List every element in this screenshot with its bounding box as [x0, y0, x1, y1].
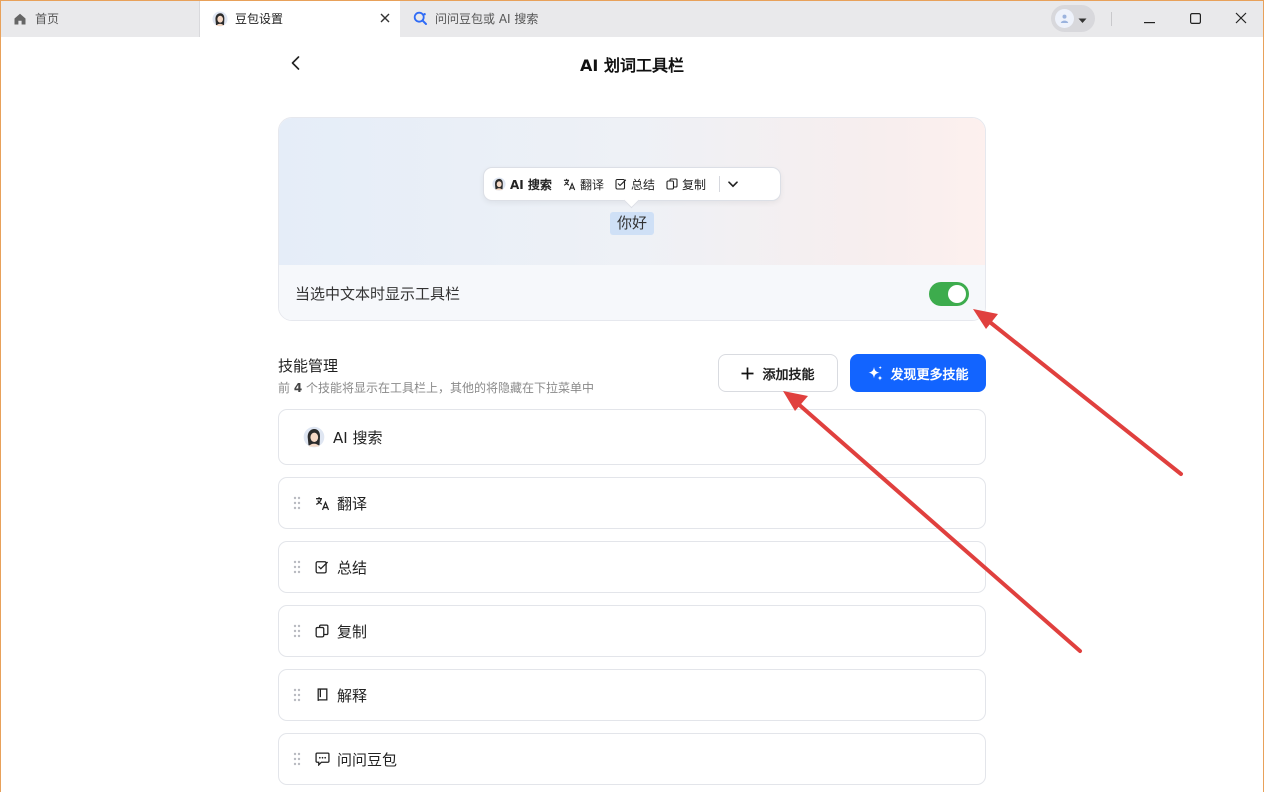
- skills-description: 前 4 个技能将显示在工具栏上，其他的将隐藏在下拉菜单中: [278, 379, 594, 396]
- sparkle-icon: [867, 365, 884, 382]
- drag-handle-icon[interactable]: [284, 560, 310, 574]
- user-avatar-icon: [1055, 9, 1074, 28]
- close-window-button[interactable]: [1218, 0, 1264, 37]
- skill-item-summary[interactable]: 总结: [278, 541, 986, 593]
- translate-icon: [563, 178, 576, 191]
- tab-doubao-settings[interactable]: 豆包设置: [200, 0, 400, 37]
- close-icon[interactable]: [378, 11, 392, 25]
- preview-item-ai-search: AI 搜索: [492, 176, 552, 193]
- drag-handle-icon[interactable]: [284, 752, 310, 766]
- preview-item-label: 复制: [681, 177, 706, 192]
- add-skill-label: 添加技能: [762, 367, 815, 383]
- skill-item-explain[interactable]: 解释: [278, 669, 986, 721]
- preview-item-label: 总结: [630, 177, 655, 192]
- home-icon: [12, 11, 28, 27]
- skill-label: 总结: [337, 558, 368, 577]
- skills-desc-suffix: 个技能将显示在工具栏上，其他的将隐藏在下拉菜单中: [306, 381, 595, 395]
- chevron-left-icon: [291, 55, 300, 74]
- tab-home[interactable]: 首页: [0, 0, 200, 37]
- selected-sample-text: 你好: [610, 212, 655, 235]
- show-toolbar-toggle[interactable]: [929, 281, 969, 306]
- back-button[interactable]: [284, 53, 306, 75]
- plus-icon: [741, 367, 754, 380]
- minimize-icon: [1143, 9, 1155, 28]
- skill-item-ai-search[interactable]: AI 搜索: [278, 409, 986, 465]
- skill-item-ask-doubao[interactable]: 问问豆包: [278, 733, 986, 785]
- drag-handle-icon[interactable]: [284, 688, 310, 702]
- discover-skills-label: 发现更多技能: [890, 367, 969, 383]
- preview-item-copy: 复制: [666, 176, 706, 193]
- skills-desc-prefix: 前: [278, 381, 291, 395]
- copy-icon: [666, 178, 678, 190]
- tab-doubao-settings-label: 豆包设置: [235, 12, 284, 26]
- add-skill-button[interactable]: 添加技能: [718, 354, 838, 392]
- doubao-avatar-icon: [303, 426, 325, 448]
- show-toolbar-label: 当选中文本时显示工具栏: [295, 284, 461, 303]
- tab-ask-doubao-label: 问问豆包或 AI 搜索: [435, 12, 539, 26]
- doubao-avatar-icon: [212, 11, 228, 27]
- arrow-to-toggle: [973, 309, 1183, 476]
- toggle-knob: [948, 284, 966, 303]
- translate-icon: [313, 494, 331, 512]
- skills-title: 技能管理: [278, 357, 339, 375]
- preview-item-label: 翻译: [579, 177, 604, 192]
- preview-area: AI 搜索 翻译 总结 复制 你好: [279, 118, 985, 265]
- preview-item-translate: 翻译: [563, 176, 604, 193]
- search-icon: [412, 11, 428, 27]
- chevron-down-icon: [728, 180, 738, 188]
- chat-icon: [313, 750, 331, 768]
- drag-handle-icon[interactable]: [284, 496, 310, 510]
- summary-icon: [615, 178, 627, 190]
- tab-home-label: 首页: [35, 12, 60, 26]
- show-toolbar-setting: 当选中文本时显示工具栏: [279, 265, 985, 320]
- skill-label: AI 搜索: [333, 428, 383, 447]
- skills-header: 技能管理 前 4 个技能将显示在工具栏上，其他的将隐藏在下拉菜单中 添加技能 发…: [278, 354, 986, 398]
- maximize-icon: [1189, 9, 1201, 28]
- skills-desc-count: 4: [293, 381, 303, 395]
- preview-toolbar: AI 搜索 翻译 总结 复制: [483, 167, 781, 201]
- skill-label: 问问豆包: [337, 750, 398, 769]
- summary-icon: [313, 558, 331, 576]
- skill-item-translate[interactable]: 翻译: [278, 477, 986, 529]
- skill-label: 复制: [337, 622, 368, 641]
- skill-label: 翻译: [337, 494, 368, 513]
- chevron-down-icon: [1078, 9, 1087, 28]
- minimize-button[interactable]: [1126, 0, 1172, 37]
- maximize-button[interactable]: [1172, 0, 1218, 37]
- toolbar-preview-card: AI 搜索 翻译 总结 复制 你好 当选中文本时显示工具栏: [278, 117, 986, 321]
- doubao-avatar-icon: [492, 177, 506, 191]
- preview-item-summary: 总结: [615, 176, 655, 193]
- book-icon: [313, 686, 331, 704]
- page-title: AI 划词工具栏: [580, 56, 684, 75]
- drag-handle-icon[interactable]: [284, 624, 310, 638]
- titlebar-divider: [1111, 12, 1112, 26]
- preview-item-label: AI 搜索: [510, 177, 552, 192]
- discover-skills-button[interactable]: 发现更多技能: [850, 354, 986, 392]
- close-icon: [1235, 9, 1247, 28]
- preview-divider: [718, 176, 720, 192]
- tab-ask-doubao[interactable]: 问问豆包或 AI 搜索: [400, 0, 610, 37]
- title-bar: 首页 豆包设置 问问豆包或 AI 搜索: [0, 0, 1264, 37]
- skill-label: 解释: [337, 686, 368, 705]
- skill-item-copy[interactable]: 复制: [278, 605, 986, 657]
- profile-menu[interactable]: [1051, 5, 1095, 32]
- copy-icon: [313, 622, 331, 640]
